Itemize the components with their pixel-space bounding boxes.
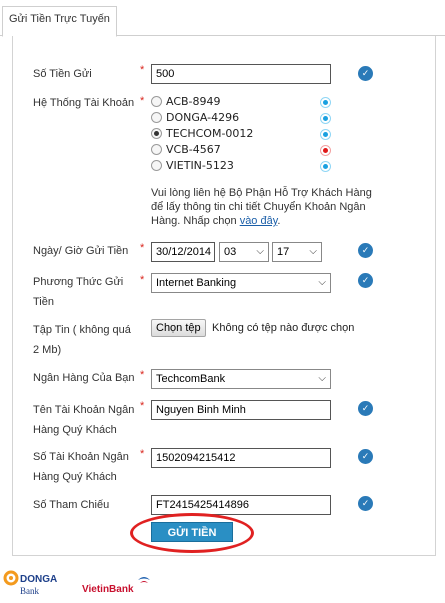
highlight-ring-annotation: [130, 513, 254, 553]
account-number-check-icon: ✓: [358, 449, 373, 464]
status-dot-red-icon: [320, 145, 331, 156]
radio-label: DONGA-4296: [166, 111, 240, 124]
status-dot-icon: [320, 97, 331, 108]
radio-label: TECHCOM-0012: [166, 127, 254, 140]
account-system-required-mark: *: [140, 95, 145, 107]
amount-required-mark: *: [140, 64, 145, 76]
chevron-down-icon: ⌵: [256, 246, 264, 257]
status-dot-icon: [320, 129, 331, 140]
bank-value: TechcomBank: [156, 373, 226, 385]
amount-check-icon: ✓: [358, 66, 373, 81]
hour-value: 03: [224, 246, 237, 258]
support-link[interactable]: vào đây: [240, 215, 278, 227]
datetime-required-mark: *: [140, 242, 145, 254]
amount-label: Số Tiền Gửi: [33, 68, 92, 80]
reference-input[interactable]: FT2415425414896: [151, 495, 331, 515]
hour-select[interactable]: 03 ⌵: [219, 242, 269, 262]
radio-button[interactable]: [151, 160, 162, 171]
radio-button-selected[interactable]: [151, 128, 162, 139]
file-label: Tập Tin ( không quá 2 Mb): [33, 324, 131, 356]
bank-label: Ngân Hàng Của Bạn: [33, 372, 135, 384]
account-name-input[interactable]: Nguyen Binh Minh: [151, 400, 331, 420]
amount-input[interactable]: 500: [151, 64, 331, 84]
account-number-label: Số Tài Khoản Ngân Hàng Quý Khách: [33, 451, 129, 483]
radio-button[interactable]: [151, 144, 162, 155]
support-note: Vui lòng liên hệ Bộ Phận Hỗ Trợ Khách Hà…: [151, 186, 376, 228]
status-dot-icon: [320, 113, 331, 124]
account-name-check-icon: ✓: [358, 401, 373, 416]
bank-select[interactable]: TechcomBank ⌵: [151, 369, 331, 389]
minute-select[interactable]: 17 ⌵: [272, 242, 322, 262]
account-system-label: Hệ Thống Tài Khoản: [33, 97, 135, 109]
chevron-down-icon: ⌵: [318, 373, 326, 384]
method-check-icon: ✓: [358, 273, 373, 288]
file-status-text: Không có tệp nào được chọn: [212, 322, 355, 334]
bank-required-mark: *: [140, 369, 145, 381]
radio-button[interactable]: [151, 112, 162, 123]
datetime-label: Ngày/ Giờ Gửi Tiền: [33, 245, 129, 257]
donga-bank-logo: DONGA Bank: [3, 570, 57, 596]
radio-label: ACB-8949: [166, 95, 221, 108]
choose-file-button[interactable]: Chọn tệp: [151, 319, 206, 337]
datetime-check-icon: ✓: [358, 243, 373, 258]
date-input[interactable]: 30/12/2014: [151, 242, 215, 262]
chevron-down-icon: ⌵: [309, 246, 317, 257]
account-number-input[interactable]: 1502094215412: [151, 448, 331, 468]
method-required-mark: *: [140, 274, 145, 286]
vietin-logo-text: VietinBank: [82, 584, 134, 595]
radio-label: VIETIN-5123: [166, 159, 234, 172]
radio-label: VCB-4567: [166, 143, 221, 156]
method-value: Internet Banking: [156, 277, 237, 289]
account-name-label: Tên Tài Khoản Ngân Hàng Quý Khách: [33, 404, 135, 436]
method-select[interactable]: Internet Banking ⌵: [151, 273, 331, 293]
minute-value: 17: [277, 246, 290, 258]
tab-bar: Gửi Tiền Trực Tuyến: [0, 0, 445, 37]
donga-logo-subtext: Bank: [20, 586, 39, 596]
radio-button[interactable]: [151, 96, 162, 107]
tab-online-deposit[interactable]: Gửi Tiền Trực Tuyến: [2, 6, 117, 37]
account-number-required-mark: *: [140, 448, 145, 460]
reference-check-icon: ✓: [358, 496, 373, 511]
chevron-down-icon: ⌵: [318, 277, 326, 288]
reference-label: Số Tham Chiếu: [33, 499, 110, 511]
support-note-end: .: [277, 215, 281, 227]
method-label: Phương Thức Gửi Tiền: [33, 276, 124, 308]
account-name-required-mark: *: [140, 400, 145, 412]
donga-logo-text: DONGA: [20, 574, 57, 585]
status-dot-icon: [320, 161, 331, 172]
vietinbank-logo: VietinBank: [82, 577, 150, 595]
